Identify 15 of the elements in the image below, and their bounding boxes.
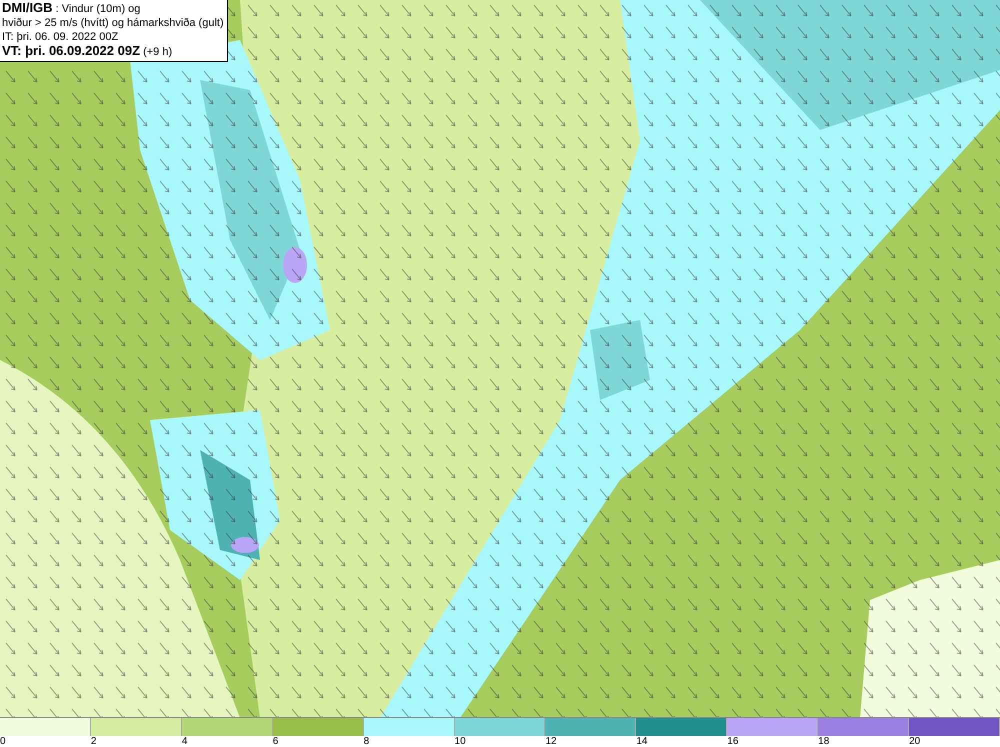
legend-label: 14 [636, 736, 648, 747]
title-line: hviður > 25 m/s (hvítt) og hámarkshviða (gult) [2, 16, 224, 30]
legend-label: 2 [90, 736, 96, 747]
legend-label: 6 [272, 736, 278, 747]
legend-label: 16 [727, 736, 738, 747]
legend-label: 18 [818, 736, 830, 747]
legend-label: 10 [454, 736, 466, 747]
title-line: DMI/IGB : Vindur (10m) og [2, 1, 142, 16]
title-line: VT: þri. 06.09.2022 09Z (+9 h) [2, 44, 174, 59]
legend-label: 20 [909, 736, 920, 747]
legend-label: 4 [182, 736, 188, 747]
legend-label: 12 [545, 736, 557, 747]
legend-label: 0 [0, 736, 6, 747]
title-line: IT: þri. 06. 09. 2022 00Z [2, 30, 120, 44]
legend-label: 8 [364, 736, 370, 747]
